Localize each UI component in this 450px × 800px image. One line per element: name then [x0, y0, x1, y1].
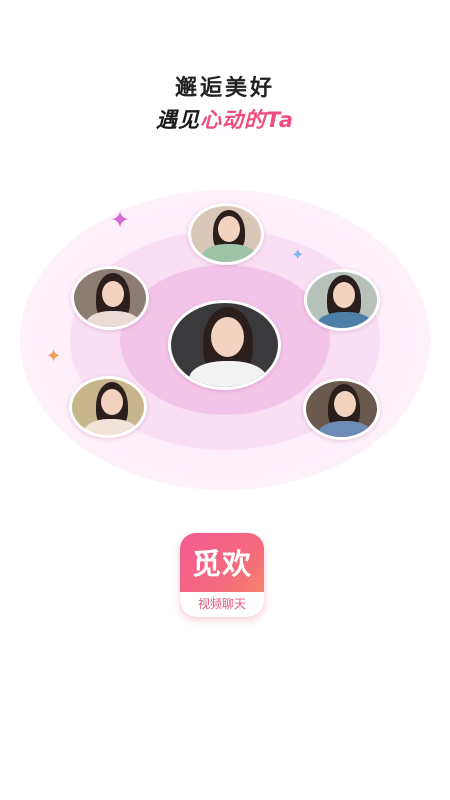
avatar-lower-right[interactable]: [303, 378, 380, 440]
sparkle-icon: ✦: [110, 206, 131, 234]
avatar-upper-left[interactable]: [71, 266, 149, 330]
sparkle-icon: ✦: [291, 245, 305, 264]
headline-line2-dark: 遇见: [155, 108, 200, 132]
avatar-upper-right[interactable]: [304, 269, 380, 331]
headline: 邂逅美好 遇见心动的Ta: [0, 70, 450, 134]
headline-line2: 遇见心动的Ta: [0, 104, 450, 134]
app-logo-mark: 觅欢: [191, 547, 252, 581]
avatar-lower-left[interactable]: [69, 376, 147, 438]
app-logo-tagline: 视频聊天: [180, 592, 264, 617]
sparkle-icon: ✦: [46, 346, 62, 367]
avatar-orbit: ✦ ✦ ✦: [0, 180, 450, 510]
avatar-center[interactable]: [168, 300, 281, 390]
avatar-top[interactable]: [188, 203, 264, 265]
app-logo: 觅欢 视频聊天: [180, 533, 264, 617]
headline-line1: 邂逅美好: [174, 76, 275, 101]
headline-line2-pink: 心动的Ta: [199, 108, 294, 132]
